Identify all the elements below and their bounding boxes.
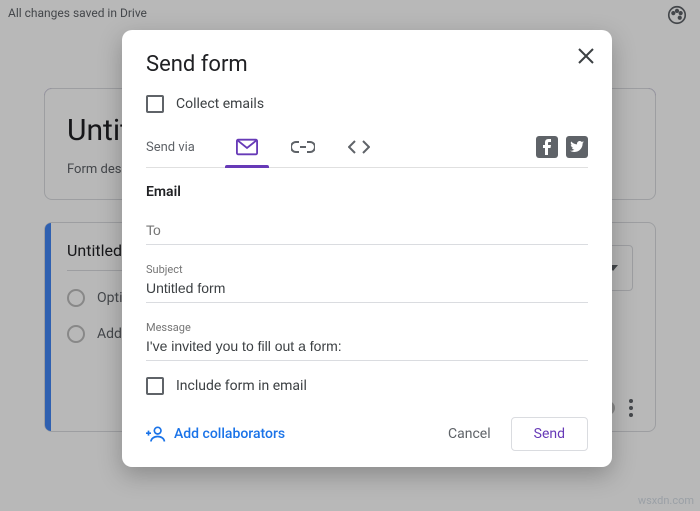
to-input[interactable] <box>146 218 588 245</box>
add-collaborators-button[interactable]: Add collaborators <box>146 426 285 442</box>
checkbox-icon <box>146 377 164 395</box>
send-form-dialog: Send form Collect emails Send via Email <box>122 30 612 467</box>
dialog-title: Send form <box>146 52 588 77</box>
subject-label: Subject <box>146 263 588 276</box>
message-input[interactable] <box>146 334 588 361</box>
share-facebook-icon[interactable] <box>536 136 558 158</box>
tab-embed[interactable] <box>331 127 387 167</box>
collect-emails-label: Collect emails <box>176 96 264 112</box>
send-via-label: Send via <box>146 140 195 155</box>
subject-field[interactable]: Subject <box>146 263 588 303</box>
message-field[interactable]: Message <box>146 321 588 361</box>
include-form-checkbox[interactable]: Include form in email <box>146 377 588 395</box>
subject-input[interactable] <box>146 276 588 303</box>
tab-link[interactable] <box>275 127 331 167</box>
watermark: wsxdn.com <box>638 494 694 507</box>
checkbox-icon <box>146 95 164 113</box>
add-collaborators-label: Add collaborators <box>174 426 285 442</box>
person-add-icon <box>146 426 166 442</box>
include-form-label: Include form in email <box>176 378 307 394</box>
email-section-heading: Email <box>146 184 588 200</box>
close-icon[interactable] <box>578 48 594 64</box>
message-label: Message <box>146 321 588 334</box>
send-via-tabs: Send via <box>146 127 588 168</box>
tab-email[interactable] <box>219 127 275 167</box>
to-field[interactable] <box>146 218 588 245</box>
share-twitter-icon[interactable] <box>566 136 588 158</box>
cancel-button[interactable]: Cancel <box>438 418 501 450</box>
send-button[interactable]: Send <box>511 417 588 451</box>
collect-emails-checkbox[interactable]: Collect emails <box>146 95 588 113</box>
